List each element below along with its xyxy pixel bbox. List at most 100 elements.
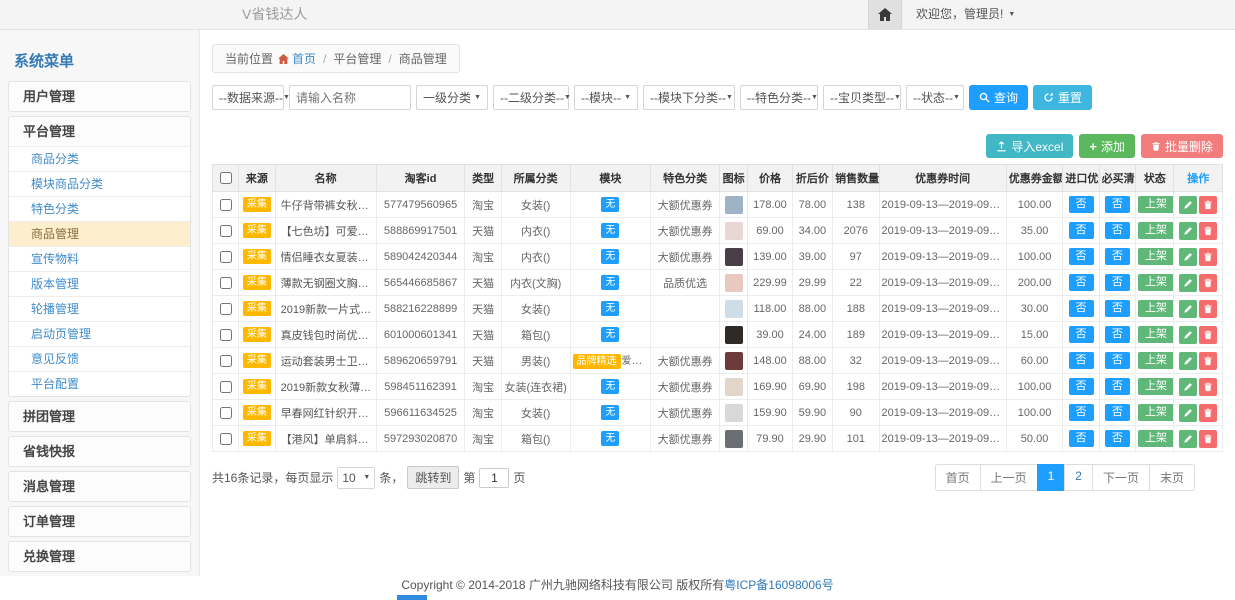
must-buy-button[interactable]: 否 (1105, 248, 1130, 265)
status-button[interactable]: 上架 (1138, 222, 1174, 239)
row-checkbox[interactable] (220, 407, 232, 419)
row-checkbox[interactable] (220, 225, 232, 237)
import-select-button[interactable]: 否 (1069, 430, 1094, 447)
sidebar-group[interactable]: 省钱快报 (9, 437, 190, 466)
import-select-button[interactable]: 否 (1069, 248, 1094, 265)
sidebar-item[interactable]: 商品管理 (9, 221, 190, 246)
row-checkbox[interactable] (220, 199, 232, 211)
sidebar-group[interactable]: 用户管理 (9, 82, 190, 111)
must-buy-button[interactable]: 否 (1105, 222, 1130, 239)
delete-button[interactable] (1199, 196, 1217, 214)
import-select-button[interactable]: 否 (1069, 196, 1094, 213)
page-button[interactable]: 2 (1064, 464, 1093, 491)
import-select-button[interactable]: 否 (1069, 222, 1094, 239)
row-checkbox[interactable] (220, 355, 232, 367)
reset-button[interactable]: 重置 (1033, 85, 1092, 110)
jump-button[interactable]: 跳转到 (407, 466, 459, 489)
status-button[interactable]: 上架 (1138, 300, 1174, 317)
module-subcategory-select[interactable]: --模块下分类--▼ (643, 85, 735, 110)
delete-button[interactable] (1199, 352, 1217, 370)
edit-button[interactable] (1179, 326, 1197, 344)
status-button[interactable]: 上架 (1138, 378, 1174, 395)
must-buy-button[interactable]: 否 (1105, 300, 1130, 317)
must-buy-button[interactable]: 否 (1105, 378, 1130, 395)
horizontal-scrollbar-thumb[interactable] (397, 595, 427, 600)
add-button[interactable]: + 添加 (1079, 134, 1135, 158)
user-menu[interactable]: 欢迎您，管理员! ▼ (906, 0, 1025, 29)
import-select-button[interactable]: 否 (1069, 300, 1094, 317)
search-button[interactable]: 查询 (969, 85, 1028, 110)
sidebar-group[interactable]: 消息管理 (9, 472, 190, 501)
select-all-checkbox[interactable] (220, 172, 232, 184)
delete-button[interactable] (1199, 378, 1217, 396)
status-button[interactable]: 上架 (1138, 196, 1174, 213)
sidebar-item[interactable]: 特色分类 (9, 196, 190, 221)
module-select[interactable]: --模块--▼ (574, 85, 638, 110)
delete-button[interactable] (1199, 430, 1217, 448)
edit-button[interactable] (1179, 196, 1197, 214)
page-button[interactable]: 1 (1037, 464, 1066, 491)
sidebar-item[interactable]: 意见反馈 (9, 346, 190, 371)
import-excel-button[interactable]: 导入excel (986, 134, 1073, 158)
sidebar-item[interactable]: 轮播管理 (9, 296, 190, 321)
sidebar-item[interactable]: 启动页管理 (9, 321, 190, 346)
status-select[interactable]: --状态--▼ (906, 85, 964, 110)
import-select-button[interactable]: 否 (1069, 326, 1094, 343)
delete-button[interactable] (1199, 274, 1217, 292)
icp-link[interactable]: 粤ICP备16098006号 (724, 578, 833, 592)
item-type-select[interactable]: --宝贝类型--▼ (823, 85, 901, 110)
home-button[interactable] (868, 0, 902, 29)
page-button[interactable]: 首页 (935, 464, 981, 491)
edit-button[interactable] (1179, 274, 1197, 292)
per-page-select[interactable]: 10 ▼ (337, 467, 375, 489)
status-button[interactable]: 上架 (1138, 326, 1174, 343)
edit-button[interactable] (1179, 430, 1197, 448)
row-checkbox[interactable] (220, 381, 232, 393)
data-source-select[interactable]: --数据来源--▼ (212, 85, 284, 110)
edit-button[interactable] (1179, 404, 1197, 422)
page-button[interactable]: 下一页 (1092, 464, 1150, 491)
edit-button[interactable] (1179, 300, 1197, 318)
import-select-button[interactable]: 否 (1069, 274, 1094, 291)
sidebar-item[interactable]: 商品分类 (9, 146, 190, 171)
status-button[interactable]: 上架 (1138, 352, 1174, 369)
must-buy-button[interactable]: 否 (1105, 352, 1130, 369)
must-buy-button[interactable]: 否 (1105, 430, 1130, 447)
row-checkbox[interactable] (220, 303, 232, 315)
status-button[interactable]: 上架 (1138, 274, 1174, 291)
sidebar-item[interactable]: 平台配置 (9, 371, 190, 396)
edit-button[interactable] (1179, 248, 1197, 266)
sidebar-item[interactable]: 版本管理 (9, 271, 190, 296)
import-select-button[interactable]: 否 (1069, 404, 1094, 421)
must-buy-button[interactable]: 否 (1105, 326, 1130, 343)
must-buy-button[interactable]: 否 (1105, 196, 1130, 213)
delete-button[interactable] (1199, 248, 1217, 266)
import-select-button[interactable]: 否 (1069, 352, 1094, 369)
row-checkbox[interactable] (220, 433, 232, 445)
import-select-button[interactable]: 否 (1069, 378, 1094, 395)
page-number-input[interactable] (479, 468, 509, 488)
sidebar-group[interactable]: 平台管理 (9, 117, 190, 146)
delete-button[interactable] (1199, 326, 1217, 344)
must-buy-button[interactable]: 否 (1105, 404, 1130, 421)
row-checkbox[interactable] (220, 251, 232, 263)
row-checkbox[interactable] (220, 329, 232, 341)
level1-category-select[interactable]: 一级分类▼ (416, 85, 488, 110)
level2-category-select[interactable]: --二级分类--▼ (493, 85, 569, 110)
sidebar-group[interactable]: 拼团管理 (9, 402, 190, 431)
sidebar-group[interactable]: 兑换管理 (9, 542, 190, 571)
edit-button[interactable] (1179, 378, 1197, 396)
breadcrumb-home-link[interactable]: 首页 (278, 50, 316, 67)
sidebar-item[interactable]: 宣传物料 (9, 246, 190, 271)
page-button[interactable]: 上一页 (980, 464, 1038, 491)
status-button[interactable]: 上架 (1138, 404, 1174, 421)
delete-button[interactable] (1199, 300, 1217, 318)
edit-button[interactable] (1179, 222, 1197, 240)
row-checkbox[interactable] (220, 277, 232, 289)
delete-button[interactable] (1199, 404, 1217, 422)
status-button[interactable]: 上架 (1138, 248, 1174, 265)
delete-button[interactable] (1199, 222, 1217, 240)
sidebar-item[interactable]: 模块商品分类 (9, 171, 190, 196)
feature-category-select[interactable]: --特色分类--▼ (740, 85, 818, 110)
batch-delete-button[interactable]: 批量删除 (1141, 134, 1223, 158)
